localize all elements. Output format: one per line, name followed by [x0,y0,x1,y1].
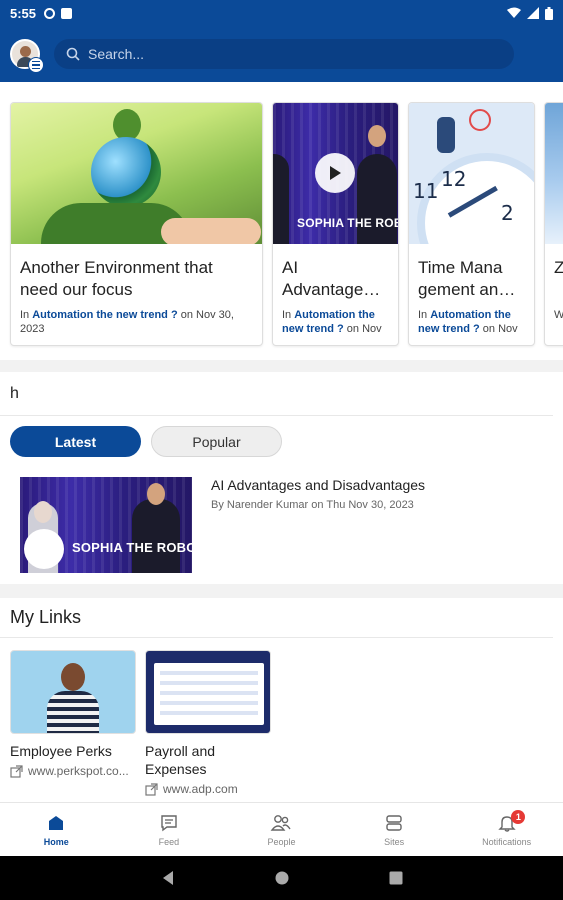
feed-section: h Latest Popular SOPHIA THE ROBOT AI Adv… [0,372,563,584]
link-title: Employee Perks [10,743,112,759]
system-nav-bar [0,856,563,900]
notification-badge: 1 [511,810,526,824]
p-notification-icon [44,7,56,19]
featured-card-title: Z [545,244,563,300]
nav-sites[interactable]: Sites [338,803,451,856]
back-icon[interactable] [161,870,175,886]
my-links-heading: My Links [0,598,553,638]
featured-card[interactable]: Z W [544,102,563,346]
featured-card-meta: In Automation the new trend ? on Nov [418,309,518,335]
link-url: www.perkspot.co... [10,764,136,778]
category-link[interactable]: Automation the new trend ? [32,309,177,321]
status-icons [507,6,553,20]
nav-feed[interactable]: Feed [113,803,226,856]
tab-latest[interactable]: Latest [10,426,141,457]
battery-icon [545,6,553,20]
link-card-employee-perks[interactable]: Employee Perks www.perkspot.co... [10,650,136,778]
my-links-section: My Links Employee Perks www.perkspot.co.… [0,598,563,802]
nav-home[interactable]: Home [0,803,113,856]
document-notification-icon [61,7,73,19]
search-input[interactable]: Search... [54,39,514,69]
home-button-icon[interactable] [275,871,289,885]
status-bar: 5:55 [0,0,563,26]
video-thumbnail: SOPHIA THE ROBOT [273,103,398,244]
status-time: 5:55 [10,5,37,21]
sites-icon [386,814,402,831]
perks-image [10,650,136,734]
featured-card-title: Another Environment that need our focus [20,258,213,299]
featured-card-meta: In Automation the new trend ? on Nov 30,… [20,309,234,335]
link-title: Payroll and Expenses [145,743,216,777]
featured-card-meta: W [545,300,563,338]
feed-tabs: Latest Popular [0,416,563,457]
people-icon [271,814,292,831]
featured-carousel[interactable]: Another Environment that need our focus … [0,82,563,360]
earth-image [11,103,262,244]
nav-people[interactable]: People [225,803,338,856]
search-icon [66,47,80,61]
tab-popular[interactable]: Popular [151,426,282,457]
play-icon[interactable] [315,153,355,193]
external-link-icon [145,782,158,796]
adp-image [145,650,271,734]
featured-card[interactable]: Another Environment that need our focus … [10,102,263,346]
signal-icon [527,7,539,19]
feed-section-heading: h [0,372,553,416]
search-placeholder: Search... [88,46,145,62]
feed-icon [161,814,177,831]
featured-card-title: Time Mana gement an… [418,258,516,299]
featured-card-meta: In Automation the new trend ? on Nov [282,309,382,335]
news-thumbnail-caption: SOPHIA THE ROBOT [72,540,192,555]
recents-icon[interactable] [389,871,403,885]
nav-notifications[interactable]: 1 Notifications [450,803,563,856]
link-url: www.adp.com [145,782,271,796]
news-meta: By Narender Kumar on Thu Nov 30, 2023 [211,499,414,511]
news-thumbnail: SOPHIA THE ROBOT [20,477,192,573]
app-header: Search... [0,26,563,82]
menu-icon [28,57,44,73]
clock-image: 11 12 2 [409,103,534,244]
profile-avatar[interactable] [10,39,44,73]
featured-card-title: AI Advantage… [282,258,381,299]
bottom-nav: Home Feed People Sites 1 Notifications [0,802,563,856]
external-link-icon [10,764,23,778]
video-caption: SOPHIA THE ROBOT [297,216,398,230]
featured-card[interactable]: SOPHIA THE ROBOT AI Advantage… In Automa… [272,102,399,346]
wifi-icon [507,7,521,18]
main-content: Another Environment that need our focus … [0,82,563,802]
sky-image [545,103,563,244]
home-icon [49,815,64,830]
list-item[interactable]: SOPHIA THE ROBOT AI Advantages and Disad… [0,457,563,577]
news-title[interactable]: AI Advantages and Disadvantages [211,477,425,493]
featured-card[interactable]: 11 12 2 Time Mana gement an… In Automati… [408,102,535,346]
link-card-payroll-and-expenses[interactable]: Payroll and Expenses www.adp.com [145,650,271,796]
